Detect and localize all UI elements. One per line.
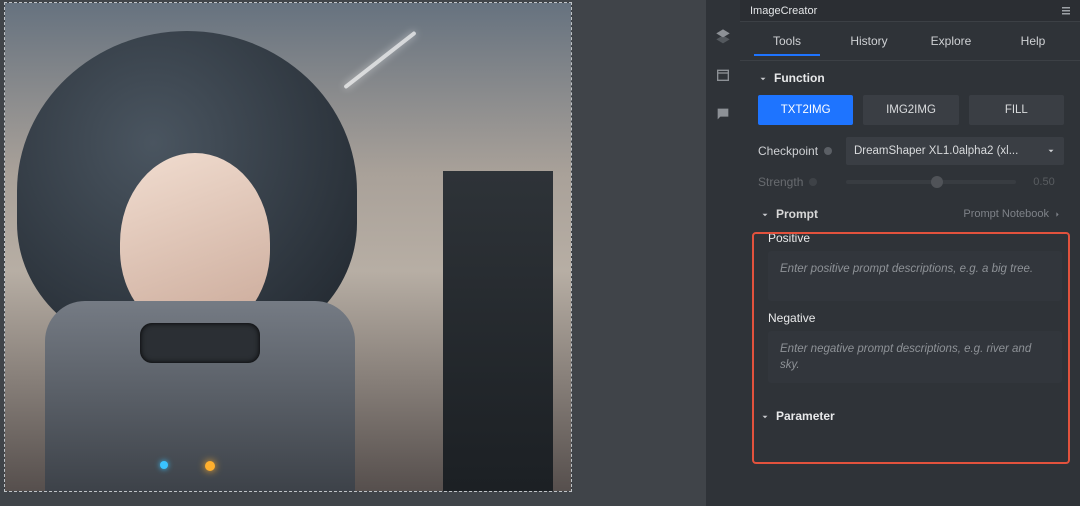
layers-icon[interactable] [715,28,731,49]
strength-value: 0.50 [1024,176,1064,188]
canvas-selection[interactable] [4,2,572,492]
section-function-title: Function [774,71,825,85]
mode-txt2img[interactable]: TXT2IMG [758,95,853,125]
positive-prompt-input[interactable]: Enter positive prompt descriptions, e.g.… [768,251,1062,301]
armor-shape [45,301,355,491]
chevron-right-icon [1053,210,1062,219]
section-parameter-header[interactable]: Parameter [760,409,1062,423]
side-panel: ImageCreator Tools History Explore Help … [740,0,1080,506]
tab-help[interactable]: Help [992,27,1074,55]
status-dot-icon [809,178,817,186]
skyscraper-shape [443,171,553,491]
negative-prompt-input[interactable]: Enter negative prompt descriptions, e.g.… [768,331,1062,383]
generated-image [5,3,571,491]
tab-explore[interactable]: Explore [910,27,992,55]
vertical-toolstrip [706,0,740,506]
canvas-area[interactable] [0,0,706,506]
prompt-notebook-link[interactable]: Prompt Notebook [963,208,1062,220]
meteor-streak [343,31,416,90]
chevron-down-icon [760,411,770,421]
panel-title: ImageCreator [750,5,817,17]
section-prompt-toggle[interactable]: Prompt [760,207,818,221]
section-prompt-title: Prompt [776,207,818,221]
chevron-down-icon [758,73,768,83]
mode-fill[interactable]: FILL [969,95,1064,125]
section-function-header[interactable]: Function [758,71,1064,85]
section-prompt: Prompt Prompt Notebook Positive Enter po… [740,193,1080,399]
mode-buttons: TXT2IMG IMG2IMG FILL [758,95,1064,125]
tab-history[interactable]: History [828,27,910,55]
chat-icon[interactable] [715,106,731,127]
negative-label: Negative [768,311,1062,325]
mode-img2img[interactable]: IMG2IMG [863,95,958,125]
checkpoint-label: Checkpoint [758,144,838,158]
positive-label: Positive [768,231,1062,245]
chevron-down-icon [760,209,770,219]
strength-slider[interactable] [846,180,1016,184]
strength-label: Strength [758,175,838,189]
checkpoint-row: Checkpoint DreamShaper XL1.0alpha2 (xl..… [758,137,1064,165]
panel-titlebar: ImageCreator [740,0,1080,22]
panel-scroll[interactable]: Function TXT2IMG IMG2IMG FILL Checkpoint… [740,61,1080,506]
armor-led-amber [205,461,215,471]
section-function: Function TXT2IMG IMG2IMG FILL Checkpoint… [740,61,1080,193]
status-dot-icon [824,147,832,155]
section-parameter: Parameter [740,399,1080,423]
panel-tabs: Tools History Explore Help [740,22,1080,60]
strength-row: Strength 0.50 [758,175,1064,189]
chevron-down-icon [1046,146,1056,156]
app-root: ImageCreator Tools History Explore Help … [0,0,1080,506]
section-parameter-title: Parameter [776,409,835,423]
calendar-icon[interactable] [715,67,731,88]
armor-led-cyan [160,461,168,469]
section-prompt-header: Prompt Prompt Notebook [760,207,1062,221]
tab-tools[interactable]: Tools [746,27,828,55]
checkpoint-value: DreamShaper XL1.0alpha2 (xl... [854,145,1018,157]
detach-icon[interactable] [1058,3,1074,19]
checkpoint-select[interactable]: DreamShaper XL1.0alpha2 (xl... [846,137,1064,165]
